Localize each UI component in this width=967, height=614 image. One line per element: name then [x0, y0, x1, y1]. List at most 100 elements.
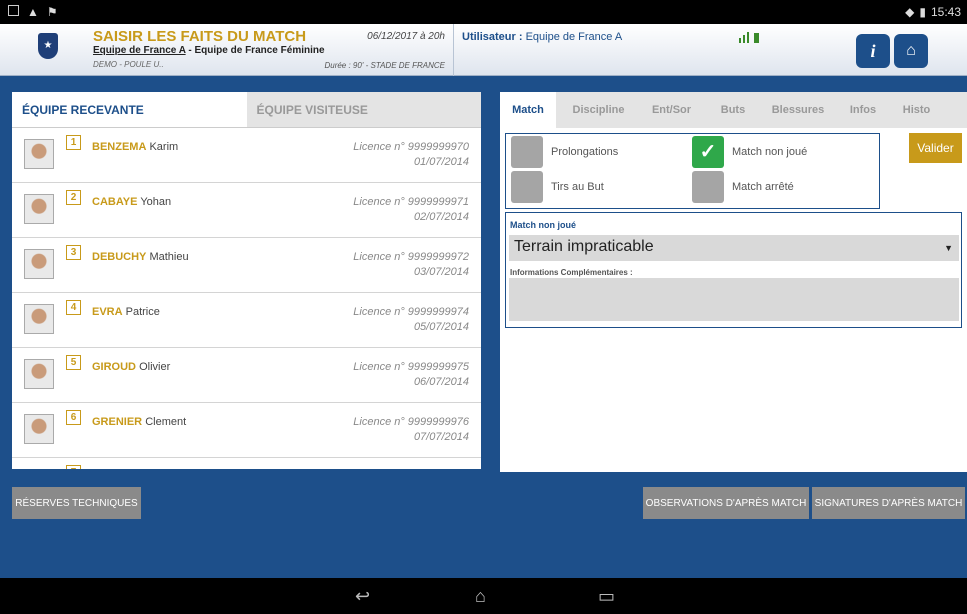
prolongations-label: Prolongations: [551, 146, 619, 158]
validate-button[interactable]: Valider: [909, 133, 962, 163]
player-row[interactable]: 1 BENZEMA Karim Licence n° 9999999970 01/07…: [12, 128, 481, 183]
match-date: 06/12/2017 à 20h: [367, 31, 445, 42]
match-teams: Equipe de France A - Equipe de France Fé…: [93, 45, 325, 56]
player-row[interactable]: 3 DEBUCHY Mathieu Licence n° 9999999972 03/…: [12, 238, 481, 293]
licence-number: Licence n° 9999999971: [353, 196, 469, 208]
player-name: GRENIER Clement: [92, 416, 186, 428]
reserves-button[interactable]: RÉSERVES TECHNIQUES: [12, 487, 141, 519]
option-match-arrete[interactable]: Match arrêté: [692, 171, 794, 203]
licence-number: Licence n° 9999999974: [353, 306, 469, 318]
player-row[interactable]: 4 EVRA Patrice Licence n° 9999999974 05/07/…: [12, 293, 481, 348]
prolongations-checkbox[interactable]: [511, 136, 543, 168]
player-licence: Licence n° 9999999974 05/07/2014: [353, 305, 469, 335]
signatures-button[interactable]: SIGNATURES D'APRÈS MATCH: [812, 487, 965, 519]
player-last-name: CABAYE: [92, 196, 138, 208]
match-arrete-checkbox[interactable]: [692, 171, 724, 203]
player-list: 1 BENZEMA Karim Licence n° 9999999970 01/07…: [12, 128, 481, 469]
licence-date: 01/07/2014: [413, 156, 469, 168]
player-number: 7: [66, 465, 81, 469]
player-last-name: GRENIER: [92, 416, 143, 428]
tab-discipline[interactable]: Discipline: [566, 92, 631, 128]
player-name: DEBUCHY Mathieu: [92, 251, 189, 263]
licence-number: Licence n° 9999999976: [353, 416, 469, 428]
player-name: EVRA Patrice: [92, 306, 160, 318]
tab-blessures[interactable]: Blessures: [764, 92, 832, 128]
player-first-name: Patrice: [125, 306, 160, 318]
player-licence: Licence n° 9999999972 03/07/2014: [353, 250, 469, 280]
tab-ent-sor[interactable]: Ent/Sor: [641, 92, 702, 128]
team-home: Equipe de France A: [93, 45, 186, 56]
back-icon[interactable]: ↩: [355, 586, 370, 607]
observations-button[interactable]: OBSERVATIONS D'APRÈS MATCH: [643, 487, 809, 519]
licence-date: 06/07/2014: [413, 376, 469, 388]
player-name: CABAYE Yohan: [92, 196, 171, 208]
tirs-au-but-checkbox[interactable]: [511, 171, 543, 203]
tab-match[interactable]: Match: [500, 92, 556, 128]
player-licence: Licence n° 9999999975 06/07/2014: [353, 360, 469, 390]
licence-date: 07/07/2014: [413, 431, 469, 443]
page-title: SAISIR LES FAITS DU MATCH: [93, 28, 307, 45]
section-title: Match non joué: [510, 220, 576, 230]
player-last-name: GIROUD: [92, 361, 136, 373]
wifi-icon: ◆: [905, 5, 915, 19]
player-number: 5: [66, 355, 81, 370]
android-nav-bar: ↩ ⌂ ▭: [0, 578, 967, 614]
checkmark-icon[interactable]: ✓: [692, 136, 724, 168]
licence-number: Licence n° 9999999975: [353, 361, 469, 373]
player-licence: Licence n° 9999999970 01/07/2014: [353, 140, 469, 170]
tab-home-team[interactable]: ÉQUIPE RECEVANTE: [12, 92, 247, 127]
status-bar: ▲ ⚑ ◆ ▮ 15:43: [0, 0, 967, 24]
user-label: Utilisateur :: [462, 31, 523, 43]
tirs-au-but-label: Tirs au But: [551, 181, 604, 193]
tab-buts[interactable]: Buts: [712, 92, 754, 128]
tab-away-team[interactable]: ÉQUIPE VISITEUSE: [246, 92, 481, 127]
info-textarea[interactable]: [509, 278, 959, 321]
home-button[interactable]: ⌂: [894, 34, 928, 68]
player-last-name: EVRA: [92, 306, 123, 318]
recents-icon[interactable]: ▭: [598, 586, 615, 607]
player-photo: [24, 194, 54, 224]
player-photo: [24, 139, 54, 169]
warning-icon: ▲: [27, 5, 39, 19]
player-photo: [24, 249, 54, 279]
user-value: Equipe de France A: [525, 31, 623, 43]
licence-number: Licence n° 9999999970: [353, 141, 469, 153]
chevron-down-icon: ▼: [944, 243, 953, 253]
licence-date: 02/07/2014: [413, 211, 469, 223]
player-photo: [24, 359, 54, 389]
info-button[interactable]: i: [856, 34, 890, 68]
tab-histo[interactable]: Histo: [894, 92, 939, 128]
player-first-name: Yohan: [140, 196, 172, 208]
player-number: 2: [66, 190, 81, 205]
app-header: ★ SAISIR LES FAITS DU MATCH Equipe de Fr…: [0, 24, 967, 76]
match-arrete-label: Match arrêté: [732, 181, 794, 193]
match-panel: Match Discipline Ent/Sor Buts Blessures Infos…: [500, 92, 967, 472]
option-tirs-au-but[interactable]: Tirs au But: [511, 171, 604, 203]
option-match-non-joue[interactable]: ✓ Match non joué: [692, 136, 807, 168]
notification-icon: [8, 5, 19, 16]
reason-select[interactable]: Terrain impraticable ▼: [509, 235, 959, 261]
home-nav-icon[interactable]: ⌂: [475, 586, 486, 607]
home-icon: ⌂: [906, 42, 916, 59]
header-divider: [453, 24, 454, 76]
player-row[interactable]: 7: [12, 458, 481, 469]
player-number: 4: [66, 300, 81, 315]
match-non-joue-label: Match non joué: [732, 146, 808, 158]
player-last-name: DEBUCHY: [92, 251, 147, 263]
player-number: 3: [66, 245, 81, 260]
player-first-name: Karim: [149, 141, 179, 153]
player-last-name: BENZEMA: [92, 141, 147, 153]
match-tabs: Match Discipline Ent/Sor Buts Blessures Infos…: [500, 92, 967, 128]
player-number: 6: [66, 410, 81, 425]
player-row[interactable]: 5 GIROUD Olivier Licence n° 9999999975 06/0…: [12, 348, 481, 403]
option-prolongations[interactable]: Prolongations: [511, 136, 618, 168]
player-licence: Licence n° 9999999971 02/07/2014: [353, 195, 469, 225]
competition-name: DEMO - POULE U..: [93, 60, 164, 69]
player-row[interactable]: 6 GRENIER Clement Licence n° 9999999976 07/…: [12, 403, 481, 458]
battery-icon: ▮: [919, 5, 926, 19]
player-first-name: Olivier: [139, 361, 171, 373]
player-licence: Licence n° 9999999976 07/07/2014: [353, 415, 469, 445]
player-photo: [24, 414, 54, 444]
player-row[interactable]: 2 CABAYE Yohan Licence n° 9999999971 02/07/…: [12, 183, 481, 238]
tab-infos[interactable]: Infos: [842, 92, 884, 128]
